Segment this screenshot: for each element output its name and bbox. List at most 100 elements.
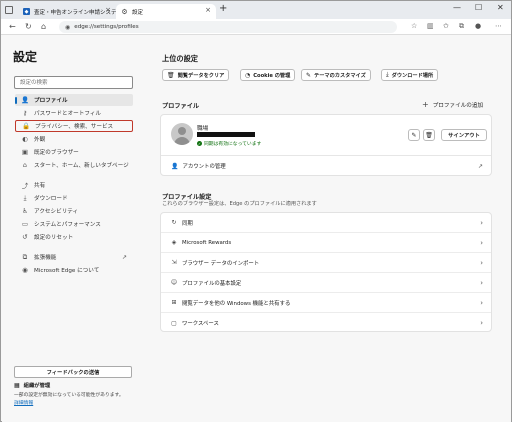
building-icon: ▦ [14, 381, 20, 389]
settings-row-profile-preferences[interactable]: ☺ プロファイルの基本設定 › [161, 273, 491, 293]
sidebar-item-label: プロファイル [34, 98, 68, 104]
settings-title: 設定 [13, 50, 38, 64]
settings-row-import[interactable]: ⇲ ブラウザー データのインポート › [161, 253, 491, 273]
download-location-button[interactable]: ⤓ ダウンロード場所 [381, 69, 439, 81]
back-icon[interactable]: ← [9, 22, 16, 31]
profile-name: 職場 [197, 126, 209, 132]
tab-settings[interactable]: ⚙ 設定 × [116, 4, 216, 19]
chevron-right-icon: › [480, 298, 483, 307]
tab-actions-icon[interactable] [5, 6, 13, 14]
person-icon: 👤 [171, 162, 179, 170]
sidebar-item-profiles[interactable]: 👤 プロファイル [15, 94, 133, 106]
divider [161, 155, 491, 156]
system-icon: ▭ [21, 220, 29, 228]
split-screen-icon[interactable]: ▥ [427, 22, 434, 30]
sidebar-item-downloads[interactable]: ⤓ ダウンロード [15, 192, 133, 204]
browser-icon: ▣ [21, 148, 29, 156]
settings-row-sync[interactable]: ↻ 同期 › [161, 213, 491, 233]
managed-by-org: ▦ 組織が管理 [14, 381, 50, 390]
customize-theme-button[interactable]: ✎ テーマのカスタマイズ [301, 69, 371, 81]
tab-title: 設定 [132, 9, 144, 16]
share-icon: ⤴ [21, 182, 29, 190]
chevron-right-icon: › [480, 319, 483, 327]
key-icon: ⚷ [22, 109, 28, 117]
profile-settings-list: ↻ 同期 › ◈ Microsoft Rewards › ⇲ ブラウザー データのインポー… [160, 212, 492, 332]
feedback-button[interactable]: フィードバックの送信 [14, 366, 132, 378]
download-icon: ⤓ [386, 71, 389, 78]
lock-icon: 🔒 [22, 122, 31, 130]
chevron-right-icon: › [480, 278, 483, 287]
add-profile-label: プロファイルの追加 [432, 102, 484, 109]
manage-account-link[interactable]: 👤 アカウントの管理 ↗ [171, 162, 483, 171]
check-icon: ✓ [197, 141, 202, 146]
chevron-right-icon: › [480, 258, 483, 267]
edge-icon: ◉ [22, 266, 28, 274]
trash-icon: 🗑 [167, 71, 175, 79]
sidebar-item-label: システムとパフォーマンス [34, 222, 101, 228]
close-window-button[interactable]: ✕ [497, 3, 504, 12]
external-link-icon: ↗ [477, 162, 483, 170]
row-label: 同期 [182, 220, 193, 227]
tab-application-system[interactable]: ◆ 査定・申告オンライン申請システム × [18, 4, 122, 19]
sidebar-item-share[interactable]: ⤴ 共有 [15, 179, 133, 191]
sidebar-item-label: 設定のリセット [34, 235, 74, 241]
sidebar-item-about[interactable]: ◉ Microsoft Edge について [15, 264, 133, 276]
settings-row-windows-share[interactable]: ⊞ 閲覧データを他の Windows 機能と共有する › [161, 293, 491, 313]
settings-row-workspaces[interactable]: ▢ ワークスペース › [161, 313, 491, 333]
button-label: ダウンロード場所 [391, 72, 434, 79]
settings-row-rewards[interactable]: ◈ Microsoft Rewards › [161, 233, 491, 253]
refresh-icon[interactable]: ↻ [25, 22, 32, 31]
profiles-section-title: プロファイル [162, 103, 200, 110]
sidebar-item-appearance[interactable]: ◐ 外観 [15, 133, 133, 145]
trash-icon: 🗑 [425, 131, 433, 139]
clear-browsing-data-button[interactable]: 🗑 閲覧データをクリア [162, 69, 230, 81]
more-menu-icon[interactable]: ⋯ [495, 22, 502, 30]
sign-out-button[interactable]: サインアウト [441, 129, 487, 141]
minimize-button[interactable]: — [453, 3, 461, 12]
sidebar-item-default-browser[interactable]: ▣ 既定のブラウザー [15, 146, 133, 158]
avatar [171, 123, 193, 145]
address-bar-row: ← ↻ ⌂ ◉ edge://settings/profiles ☆ ▥ ✩ ⧉… [1, 19, 511, 35]
sidebar-item-reset[interactable]: ↺ 設定のリセット [15, 231, 133, 243]
row-label: ワークスペース [182, 321, 219, 327]
close-tab-icon[interactable]: × [105, 6, 111, 14]
learn-more-link[interactable]: 詳細情報 [14, 399, 33, 406]
delete-profile-button[interactable]: 🗑 [423, 129, 435, 141]
profile-card: 職場 ✓ 同期は有効になっています ✎ 🗑 サインアウト 👤 アカウントの管理 ↗ [160, 114, 492, 176]
profile-icon[interactable]: ● [475, 22, 481, 30]
sidebar-item-privacy[interactable]: 🔒 プライバシー、検索、サービス [15, 120, 133, 132]
extension-icon: ⧉ [22, 252, 28, 261]
sidebar-item-label: Microsoft Edge について [34, 268, 100, 274]
add-profile-button[interactable]: + プロファイルの追加 [422, 100, 483, 109]
sidebar-item-label: プライバシー、検索、サービス [35, 124, 114, 130]
manage-cookies-button[interactable]: ◔ Cookie の管理 [240, 69, 296, 81]
close-tab-icon[interactable]: × [205, 6, 211, 14]
favorites-star-icon[interactable]: ☆ [411, 22, 417, 30]
address-bar[interactable]: ◉ edge://settings/profiles [59, 21, 397, 33]
new-tab-icon[interactable]: + [219, 3, 227, 14]
sidebar-item-passwords[interactable]: ⚷ パスワードとオートフィル [15, 107, 133, 119]
sidebar-item-system[interactable]: ▭ システムとパフォーマンス [15, 218, 133, 230]
sidebar-item-accessibility[interactable]: ♿ アクセシビリティ [15, 205, 133, 217]
pencil-icon: ✎ [411, 131, 417, 139]
home-icon[interactable]: ⌂ [41, 22, 46, 31]
sidebar-item-label: 外観 [34, 137, 46, 143]
sidebar-item-label: パスワードとオートフィル [34, 111, 102, 117]
settings-content: 上位の設定 🗑 閲覧データをクリア ◔ Cookie の管理 ✎ テーマのカスタマイズ… [141, 36, 511, 422]
accessibility-icon: ♿ [22, 207, 28, 215]
edit-profile-button[interactable]: ✎ [408, 129, 420, 141]
browser-window: ◆ 査定・申告オンライン申請システム × ⚙ 設定 × + — ☐ ✕ ← ↻ … [0, 0, 512, 422]
maximize-button[interactable]: ☐ [475, 3, 482, 12]
favorites-icon[interactable]: ✩ [443, 22, 449, 30]
sidebar-item-extensions[interactable]: ⧉ 拡張機能 ↗ [15, 251, 133, 263]
windows-icon: ⊞ [171, 299, 177, 306]
url-text: edge://settings/profiles [74, 24, 139, 30]
settings-search-input[interactable] [14, 76, 133, 89]
button-label: Cookie の管理 [253, 72, 291, 79]
button-label: 閲覧データをクリア [177, 72, 225, 79]
sync-icon: ↻ [171, 219, 177, 226]
sidebar-item-start-home[interactable]: ⌂ スタート、ホーム、新しいタブページ [15, 159, 133, 171]
plus-icon: + [422, 100, 429, 109]
row-label: プロファイルの基本設定 [182, 280, 242, 287]
collections-icon[interactable]: ⧉ [459, 22, 464, 31]
